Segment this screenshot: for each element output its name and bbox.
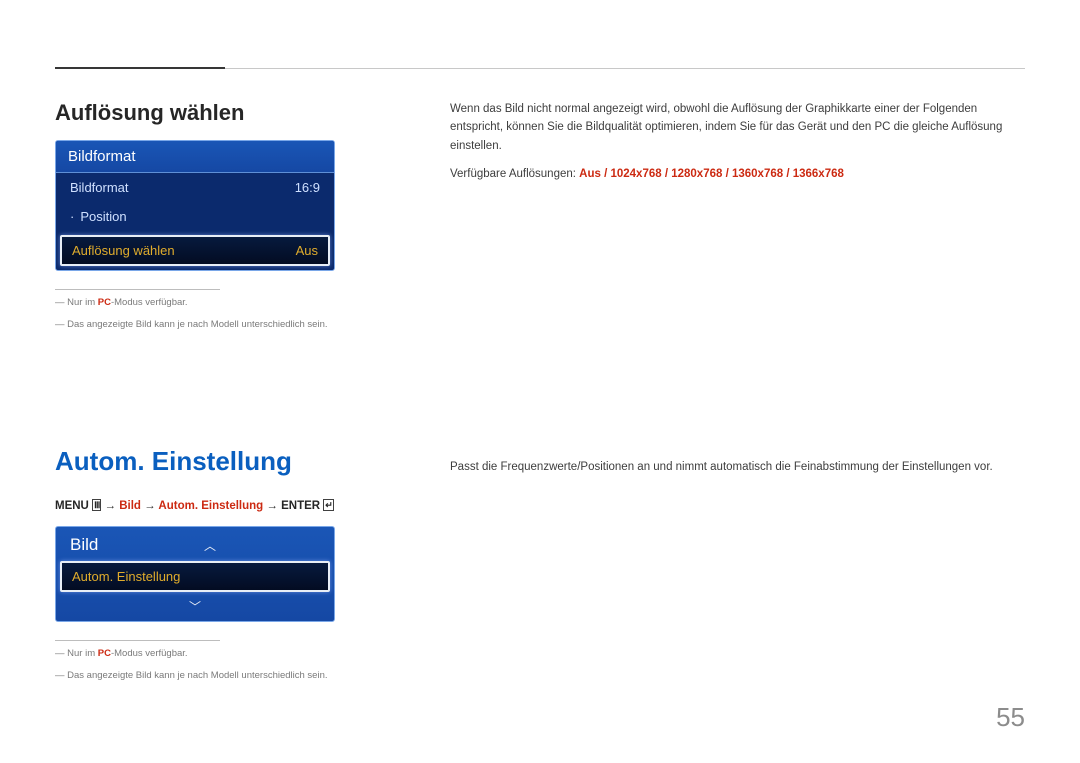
menu-row-resolution-selected[interactable]: Auflösung wählen Aus: [60, 235, 330, 266]
menu-path: MENU Ⅲ → Bild → Autom. Einstellung → ENT…: [55, 499, 365, 512]
footnotes-2-body: ― Nur im PC-Modus verfügbar. ― Das angez…: [55, 645, 365, 685]
heading-auto: Autom. Einstellung: [55, 446, 365, 477]
panel2-header: Bild ︿: [56, 527, 334, 557]
section-auto-left: Autom. Einstellung MENU Ⅲ → Bild → Autom…: [55, 446, 365, 685]
foot-text: -Modus verfügbar.: [111, 297, 188, 308]
chevron-up-icon[interactable]: ︿: [140, 537, 280, 554]
header-rule-accent: [55, 67, 225, 69]
row-value: 16:9: [295, 180, 320, 195]
enter-icon: ↵: [323, 499, 334, 511]
menu-row-bildformat[interactable]: Bildformat 16:9: [56, 173, 334, 202]
foot-text: Das angezeigte Bild kann je nach Modell …: [67, 319, 327, 330]
arrow: →: [266, 500, 278, 512]
menu-row-auto-selected[interactable]: Autom. Einstellung: [60, 561, 330, 592]
menu-row-position[interactable]: Position: [56, 202, 334, 231]
row-label: Position: [70, 209, 127, 224]
section-resolution-right: Wenn das Bild nicht normal angezeigt wir…: [450, 100, 1025, 194]
text: Verfügbare Auflösungen:: [450, 168, 579, 180]
crumb-menu: MENU: [55, 500, 89, 512]
osd-panel-bild: Bild ︿ Autom. Einstellung ﹀: [55, 526, 335, 622]
foot-text: Nur im: [67, 648, 98, 659]
row-label: Bildformat: [70, 180, 129, 195]
foot-text: Das angezeigte Bild kann je nach Modell …: [67, 670, 327, 681]
section-auto-right: Passt die Frequenzwerte/Positionen an un…: [450, 448, 1025, 486]
arrow: →: [144, 500, 156, 512]
crumb-auto: Autom. Einstellung: [158, 500, 263, 512]
foot-red: PC: [98, 297, 111, 308]
heading-resolution: Auflösung wählen: [55, 100, 365, 126]
crumb-enter: ENTER: [281, 500, 320, 512]
menu-icon: Ⅲ: [92, 499, 101, 511]
section-resolution-left: Auflösung wählen Bildformat Bildformat 1…: [55, 100, 365, 334]
crumb-bild: Bild: [119, 500, 141, 512]
panel-title: Bildformat: [56, 141, 334, 173]
body-paragraph: Wenn das Bild nicht normal angezeigt wir…: [450, 100, 1025, 155]
row-label: Auflösung wählen: [72, 243, 175, 258]
row-value: Aus: [296, 243, 318, 258]
foot-red: PC: [98, 648, 111, 659]
body-paragraph: Passt die Frequenzwerte/Positionen an un…: [450, 458, 1025, 476]
resolution-list: Aus / 1024x768 / 1280x768 / 1360x768 / 1…: [579, 168, 844, 180]
page-number: 55: [996, 702, 1025, 733]
foot-text: Nur im: [67, 297, 98, 308]
panel-body: Bildformat 16:9 Position Auflösung wähle…: [56, 173, 334, 266]
chevron-down-icon[interactable]: ﹀: [56, 596, 334, 621]
body-paragraph: Verfügbare Auflösungen: Aus / 1024x768 /…: [450, 165, 1025, 183]
footnotes-1-body: ― Nur im PC-Modus verfügbar. ― Das angez…: [55, 294, 365, 334]
panel-title: Bild: [70, 535, 140, 555]
foot-text: -Modus verfügbar.: [111, 648, 188, 659]
arrow: →: [105, 500, 117, 512]
osd-panel-bildformat: Bildformat Bildformat 16:9 Position Aufl…: [55, 140, 335, 271]
